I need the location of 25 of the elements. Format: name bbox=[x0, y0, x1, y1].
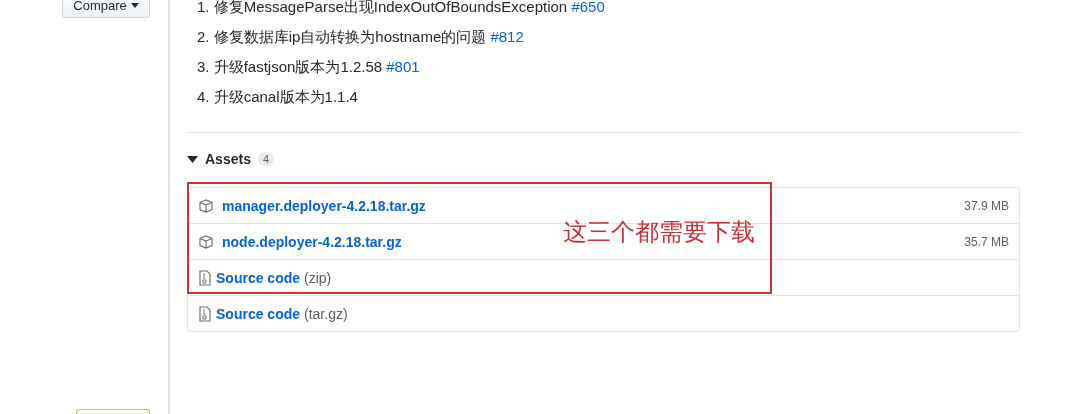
asset-link[interactable]: Source code bbox=[216, 305, 301, 322]
release-note: 4. 升级canal版本为1.1.4 bbox=[197, 87, 359, 107]
asset-link[interactable]: node.deployer-4.2.18.tar.gz bbox=[222, 233, 402, 250]
zip-file-icon bbox=[198, 269, 212, 286]
package-icon bbox=[198, 233, 214, 250]
file-size: 37.9 MB bbox=[964, 198, 1009, 213]
file-type: (tar.gz) bbox=[304, 305, 348, 322]
package-icon bbox=[198, 197, 214, 214]
release-note: 3. 升级fastjson版本为1.2.58 #801 bbox=[197, 57, 421, 77]
file-type: (zip) bbox=[304, 269, 332, 286]
compare-button[interactable]: Compare bbox=[62, 0, 150, 18]
asset-link[interactable]: manager.deployer-4.2.18.tar.gz bbox=[222, 197, 426, 214]
caret-icon bbox=[130, 2, 139, 8]
annotation-text: 这三个都需要下载 bbox=[563, 217, 755, 248]
release-note: 2. 修复数据库ip自动转换为hostname的问题 #812 bbox=[197, 27, 525, 47]
count-badge: 4 bbox=[257, 152, 275, 166]
zip-file-icon bbox=[198, 305, 212, 322]
issue-link[interactable]: #812 bbox=[490, 28, 524, 45]
file-size: 35.7 MB bbox=[964, 234, 1009, 249]
assets-toggle[interactable]: Assets 4 bbox=[187, 151, 275, 167]
issue-link[interactable]: #650 bbox=[571, 0, 605, 15]
issue-link[interactable]: #801 bbox=[386, 58, 420, 75]
asset-link[interactable]: Source code bbox=[216, 269, 301, 286]
caret-icon bbox=[187, 155, 198, 163]
release-note: 1. 修复MessageParse出现IndexOutOfBoundsException #650 bbox=[197, 0, 606, 17]
